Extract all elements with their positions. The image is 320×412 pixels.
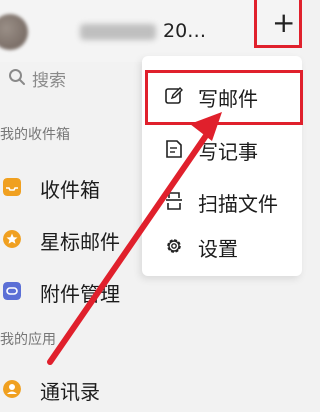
annotation-arrow: [47, 112, 222, 365]
